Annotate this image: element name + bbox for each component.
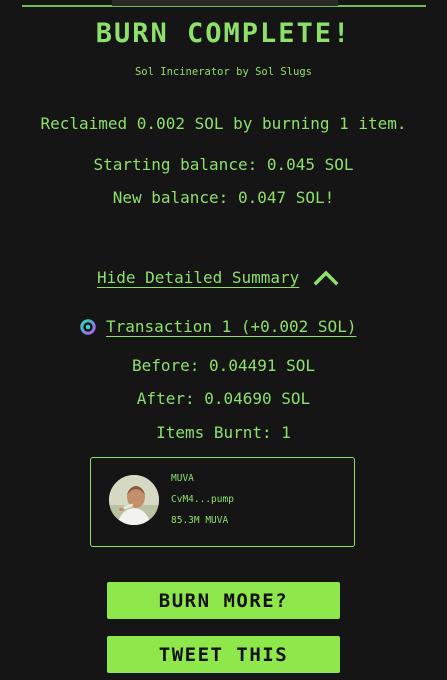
reclaimed-summary: Reclaimed 0.002 SOL by burning 1 item. <box>40 114 407 133</box>
token-address: CvM4...pump <box>171 494 234 505</box>
toggle-label: Hide Detailed Summary <box>97 267 300 287</box>
token-amount: 85.3M MUVA <box>171 515 229 526</box>
transaction-row[interactable]: Transaction 1 (+0.002 SOL) <box>80 317 356 336</box>
transaction-link[interactable]: Transaction 1 (+0.002 SOL) <box>106 317 356 336</box>
starting-balance: Starting balance: 0.045 SOL <box>93 155 354 174</box>
chevron-up-icon[interactable] <box>313 268 339 286</box>
token-avatar <box>109 475 159 525</box>
burn-more-button[interactable]: BURN MORE? <box>107 582 340 619</box>
items-burnt: Items Burnt: 1 <box>156 423 291 442</box>
hide-detailed-summary-toggle[interactable]: Hide Detailed Summary <box>97 264 339 290</box>
top-scroll-indicator <box>112 0 338 6</box>
before-balance: Before: 0.04491 SOL <box>131 356 316 375</box>
token-avatar-image <box>109 475 159 525</box>
new-balance: New balance: 0.047 SOL! <box>112 188 335 207</box>
page-title: BURN COMPLETE! <box>95 18 352 49</box>
tweet-this-button[interactable]: TWEET THIS <box>107 636 340 673</box>
solscan-icon[interactable] <box>80 318 96 335</box>
after-balance: After: 0.04690 SOL <box>136 389 311 408</box>
burnt-token-card: MUVA CvM4...pump 85.3M MUVA <box>90 457 355 547</box>
token-name: MUVA <box>171 473 194 484</box>
page-subtitle: Sol Incinerator by Sol Slugs <box>134 66 312 78</box>
